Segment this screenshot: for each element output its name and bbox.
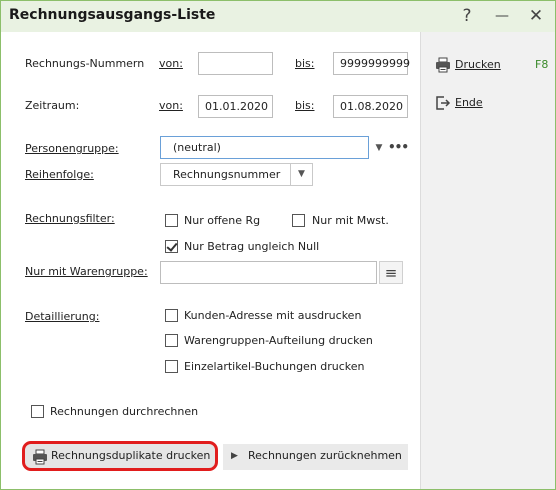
form-area: Rechnungs-Nummern von: bis: 9999999999 Z… bbox=[2, 32, 420, 489]
rechnungsnummern-label: Rechnungs-Nummern bbox=[25, 57, 145, 70]
title-bar: Rechnungsausgangs-Liste ? — ✕ bbox=[1, 1, 555, 32]
rechnungen-zuruecknehmen-label: Rechnungen zurücknehmen bbox=[248, 449, 402, 462]
nur-betrag-ungleich-null-label: Nur Betrag ungleich Null bbox=[184, 240, 320, 253]
dialog-window: Rechnungsausgangs-Liste ? — ✕ Rechnungs-… bbox=[0, 0, 556, 490]
einzelartikel-buchungen-label: Einzelartikel-Buchungen drucken bbox=[184, 360, 365, 373]
nur-betrag-ungleich-null-checkbox[interactable] bbox=[165, 240, 178, 253]
warengruppe-menu-icon[interactable]: ≡ bbox=[379, 261, 403, 284]
drucken-label: Drucken bbox=[455, 58, 501, 71]
close-icon[interactable]: ✕ bbox=[525, 4, 547, 28]
rechnungsduplikate-drucken-label: Rechnungsduplikate drucken bbox=[51, 449, 211, 462]
warengruppen-aufteilung-label: Warengruppen-Aufteilung drucken bbox=[184, 334, 373, 347]
rechnungen-zuruecknehmen-button[interactable]: ▶ Rechnungen zurücknehmen bbox=[223, 444, 408, 470]
rechnungsnummern-bis-label: bis: bbox=[295, 57, 315, 70]
warengruppe-input[interactable] bbox=[160, 261, 377, 284]
reihenfolge-value: Rechnungsnummer bbox=[173, 168, 281, 181]
warengruppen-aufteilung-checkbox[interactable] bbox=[165, 334, 178, 347]
durchrechnen-checkbox[interactable] bbox=[31, 405, 44, 418]
drucken-shortcut: F8 bbox=[535, 58, 549, 71]
rechnungsnummern-bis-input[interactable]: 9999999999 bbox=[333, 52, 410, 75]
rechnungsnummern-von-label: von: bbox=[159, 57, 183, 70]
zeitraum-bis-label: bis: bbox=[295, 99, 315, 112]
help-icon[interactable]: ? bbox=[456, 4, 478, 28]
drucken-button[interactable]: Drucken F8 bbox=[435, 55, 550, 77]
zeitraum-bis-input[interactable]: 01.08.2020 bbox=[333, 95, 408, 118]
ende-label: Ende bbox=[455, 96, 483, 109]
zeitraum-von-input[interactable]: 01.01.2020 bbox=[198, 95, 273, 118]
ende-button[interactable]: Ende bbox=[435, 93, 515, 115]
reihenfolge-label: Reihenfolge: bbox=[25, 168, 94, 181]
action-sidebar: Drucken F8 Ende bbox=[420, 32, 555, 489]
reihenfolge-select[interactable]: Rechnungsnummer ▼ bbox=[160, 163, 313, 186]
durchrechnen-label: Rechnungen durchrechnen bbox=[50, 405, 199, 418]
nur-mit-mwst-label: Nur mit Mwst. bbox=[312, 214, 389, 227]
zeitraum-label: Zeitraum: bbox=[25, 99, 80, 112]
kunden-adresse-checkbox[interactable] bbox=[165, 309, 178, 322]
personengruppe-select[interactable]: (neutral) bbox=[160, 136, 369, 159]
zeitraum-von-label: von: bbox=[159, 99, 183, 112]
printer-icon bbox=[435, 57, 451, 73]
more-options-icon[interactable]: ••• bbox=[386, 136, 410, 159]
detaillierung-label: Detaillierung: bbox=[25, 310, 100, 323]
rechnungsfilter-label: Rechnungsfilter: bbox=[25, 212, 115, 225]
warengruppe-label: Nur mit Warengruppe: bbox=[25, 265, 148, 278]
rechnungsduplikate-drucken-button[interactable]: Rechnungsduplikate drucken bbox=[22, 441, 218, 471]
reihenfolge-dropdown-icon[interactable]: ▼ bbox=[290, 164, 312, 185]
printer-icon bbox=[32, 449, 48, 465]
minimize-icon[interactable]: — bbox=[491, 4, 513, 28]
rechnungsnummern-von-input[interactable] bbox=[198, 52, 273, 75]
kunden-adresse-label: Kunden-Adresse mit ausdrucken bbox=[184, 309, 362, 322]
nur-offene-rg-checkbox[interactable] bbox=[165, 214, 178, 227]
play-arrow-icon: ▶ bbox=[231, 451, 238, 461]
einzelartikel-buchungen-checkbox[interactable] bbox=[165, 360, 178, 373]
nur-mit-mwst-checkbox[interactable] bbox=[292, 214, 305, 227]
window-title: Rechnungsausgangs-Liste bbox=[9, 7, 216, 23]
exit-icon bbox=[435, 95, 451, 111]
nur-offene-rg-label: Nur offene Rg bbox=[184, 214, 261, 227]
personengruppe-label: Personengruppe: bbox=[25, 142, 119, 155]
